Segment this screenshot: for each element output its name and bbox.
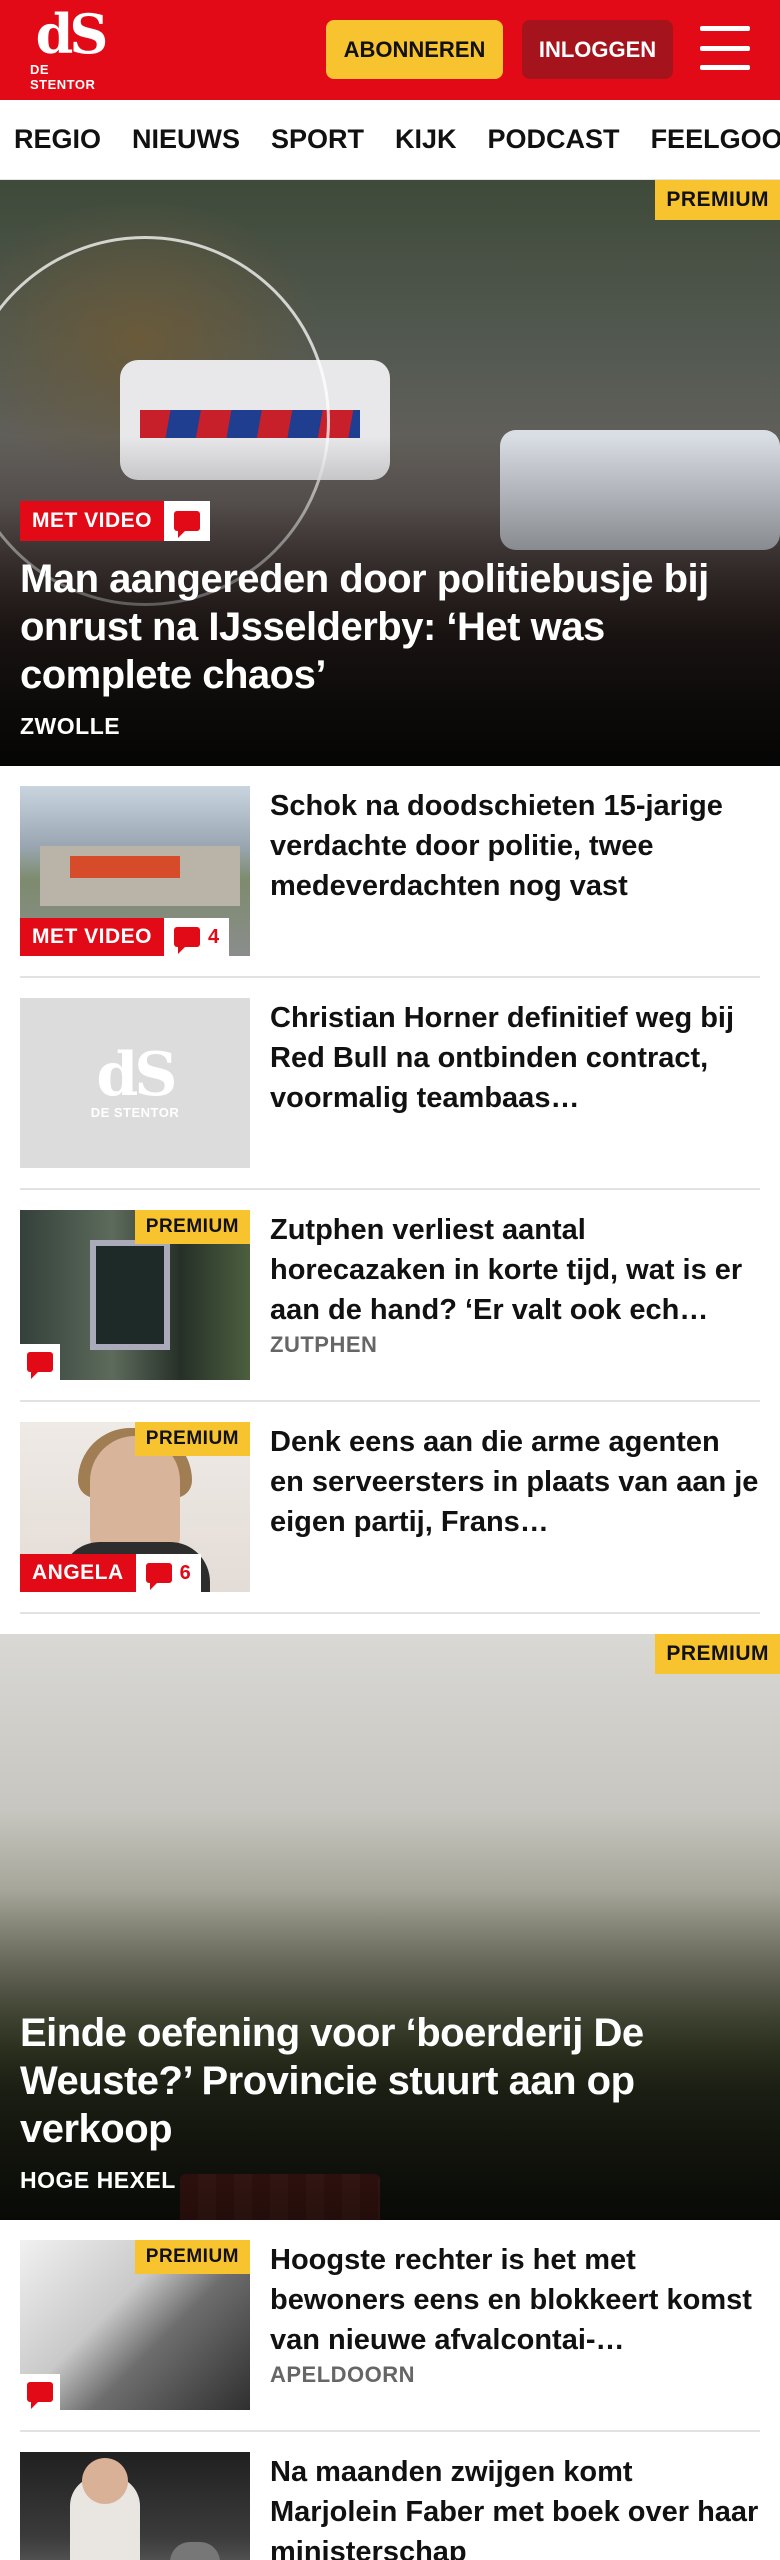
top-bar: dS DE STENTOR ABONNEREN INLOGGEN	[0, 0, 780, 100]
comment-icon	[174, 511, 201, 538]
premium-badge: PREMIUM	[134, 1210, 250, 1244]
premium-badge: PREMIUM	[134, 2240, 250, 2274]
article-body: Hoogste rechter is het met bewoners eens…	[270, 2240, 760, 2410]
nav-item-sport[interactable]: SPORT	[271, 124, 364, 155]
article-body: Na maanden zwijgen komt Marjolein Faber …	[270, 2452, 760, 2560]
comment-badge[interactable]: 6	[135, 1554, 201, 1592]
column-tag: ANGELA	[20, 1554, 136, 1592]
comment-badge[interactable]	[164, 501, 211, 541]
logo-text: DE STENTOR	[30, 62, 96, 92]
video-tag: MET VIDEO	[20, 501, 165, 541]
nav-item-feelgood[interactable]: FEELGOOD	[651, 124, 780, 155]
list-item[interactable]: PREMIUM Zutphen verliest aantal horecaza…	[20, 1190, 760, 1402]
thumb-window	[90, 1240, 170, 1350]
article-location: ZUTPHEN	[270, 1332, 378, 1357]
comment-badge[interactable]: 4	[164, 918, 230, 956]
comment-icon	[27, 2382, 53, 2409]
thumb-tags: ANGELA 6	[20, 1554, 201, 1592]
section-nav: REGIO NIEUWS SPORT KIJK PODCAST FEELGOOD…	[0, 100, 780, 180]
article-title[interactable]: Hoogste rechter is het met bewoners eens…	[270, 2240, 760, 2360]
thumb-statue	[170, 2542, 220, 2560]
article-title[interactable]: Zutphen verliest aantal horecazaken in k…	[270, 1210, 760, 1330]
hero-article-2[interactable]: PREMIUM Einde oefening voor ‘boerderij D…	[0, 1634, 780, 2220]
nav-item-nieuws[interactable]: NIEUWS	[132, 124, 240, 155]
video-tag: MET VIDEO	[20, 918, 165, 956]
article-thumbnail: PREMIUM	[20, 2240, 250, 2410]
thumb-sign	[70, 856, 180, 878]
list-item[interactable]: dS DE STENTOR Christian Horner definitie…	[20, 978, 760, 1190]
list-item[interactable]: Na maanden zwijgen komt Marjolein Faber …	[20, 2432, 760, 2560]
hero-title[interactable]: Einde oefening voor ‘boerderij De Weuste…	[20, 2009, 750, 2153]
nav-item-regio[interactable]: REGIO	[14, 124, 101, 155]
comment-icon	[145, 1563, 172, 1590]
comment-count: 6	[179, 1561, 191, 1584]
comment-icon	[27, 1352, 53, 1379]
site-logo[interactable]: dS DE STENTOR	[30, 2, 110, 92]
comment-badge[interactable]	[20, 2374, 60, 2410]
article-body: Schok na doodschieten 15-jarige verdacht…	[270, 786, 760, 956]
article-list: MET VIDEO 4 Schok na doodschieten 15-jar…	[0, 766, 780, 1614]
article-thumbnail	[20, 2452, 250, 2560]
hero-text: MET VIDEO Man aangereden door politiebus…	[20, 501, 750, 740]
premium-badge: PREMIUM	[134, 1422, 250, 1456]
hero-tags: MET VIDEO	[20, 501, 750, 541]
article-body: Christian Horner definitief weg bij Red …	[270, 998, 760, 1168]
article-title[interactable]: Denk eens aan die arme agenten en servee…	[270, 1422, 760, 1542]
article-thumbnail: PREMIUM ANGELA 6	[20, 1422, 250, 1592]
article-thumbnail: PREMIUM	[20, 1210, 250, 1380]
article-body: Denk eens aan die arme agenten en servee…	[270, 1422, 760, 1592]
placeholder-logo-text: DE STENTOR	[90, 1104, 180, 1120]
hero-location: HOGE HEXEL	[20, 2167, 176, 2193]
article-title[interactable]: Schok na doodschieten 15-jarige verdacht…	[270, 786, 760, 906]
placeholder-logo-mark: dS	[96, 1039, 177, 1110]
logo-mark: dS	[35, 2, 109, 66]
comment-badge[interactable]	[20, 1344, 60, 1380]
comment-icon	[174, 927, 201, 954]
hamburger-menu-icon[interactable]	[700, 26, 750, 70]
article-location: APELDOORN	[270, 2362, 416, 2387]
thumb-head	[82, 2458, 128, 2504]
article-title[interactable]: Na maanden zwijgen komt Marjolein Faber …	[270, 2452, 760, 2560]
list-item[interactable]: PREMIUM Hoogste rechter is het met bewon…	[20, 2220, 760, 2432]
login-button[interactable]: INLOGGEN	[522, 20, 673, 79]
nav-item-podcast[interactable]: PODCAST	[488, 124, 620, 155]
hero-location: ZWOLLE	[20, 713, 121, 739]
article-thumbnail: MET VIDEO 4	[20, 786, 250, 956]
list-item[interactable]: MET VIDEO 4 Schok na doodschieten 15-jar…	[20, 766, 760, 978]
article-title[interactable]: Christian Horner definitief weg bij Red …	[270, 998, 760, 1118]
list-item[interactable]: PREMIUM ANGELA 6 Denk eens aan die arme …	[20, 1402, 760, 1614]
hero-title[interactable]: Man aangereden door politiebusje bij onr…	[20, 555, 750, 699]
premium-badge: PREMIUM	[655, 1634, 780, 1674]
article-body: Zutphen verliest aantal horecazaken in k…	[270, 1210, 760, 1380]
hero-article-1[interactable]: PREMIUM MET VIDEO Man aangereden door po…	[0, 180, 780, 766]
nav-item-kijk[interactable]: KIJK	[395, 124, 457, 155]
article-thumbnail-placeholder: dS DE STENTOR	[20, 998, 250, 1168]
premium-badge: PREMIUM	[655, 180, 780, 220]
article-list-2: PREMIUM Hoogste rechter is het met bewon…	[0, 2220, 780, 2560]
comment-count: 4	[208, 925, 220, 948]
hero-text: Einde oefening voor ‘boerderij De Weuste…	[20, 2009, 750, 2194]
thumb-tags: MET VIDEO 4	[20, 918, 230, 956]
subscribe-button[interactable]: ABONNEREN	[326, 20, 503, 79]
